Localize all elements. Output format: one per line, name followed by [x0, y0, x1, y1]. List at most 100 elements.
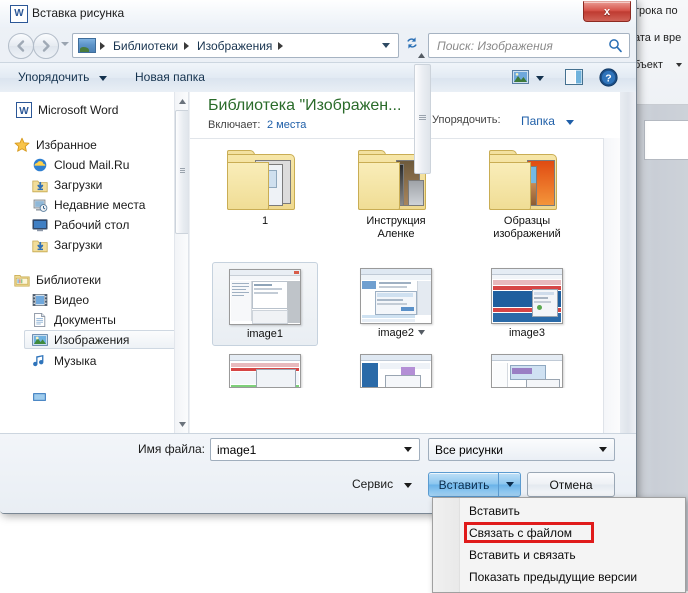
ribbon-item-object[interactable]: бъект — [634, 59, 663, 71]
filename-value: image1 — [217, 442, 257, 457]
file-grid-item[interactable] — [474, 348, 580, 388]
arrange-value-button[interactable]: Папка — [521, 114, 555, 128]
desktop-icon — [32, 217, 48, 233]
file-grid-item[interactable] — [343, 348, 449, 388]
file-grid-item[interactable]: Образцы изображений — [474, 144, 580, 256]
image-thumbnail — [229, 269, 301, 325]
cloud-icon — [32, 157, 48, 173]
sidebar-item-downloads[interactable]: Загрузки — [32, 175, 182, 194]
insert-dropdown-button[interactable] — [498, 472, 521, 497]
breadcrumb-pictures[interactable]: Изображения — [195, 39, 274, 53]
word-icon-letter: W — [14, 8, 24, 19]
includes-label: Включает: — [208, 119, 261, 131]
preview-pane-icon — [565, 69, 583, 88]
star-icon — [14, 137, 30, 153]
service-button[interactable]: Сервис — [352, 477, 393, 491]
file-grid-scrollbar[interactable] — [603, 138, 620, 433]
back-button[interactable] — [8, 33, 34, 59]
view-mode-button[interactable] — [512, 70, 529, 87]
sidebar-item-music[interactable]: Музыка — [32, 351, 182, 370]
sidebar-item-label: Cloud Mail.Ru — [54, 157, 130, 172]
sidebar-item-microsoft-word[interactable]: W Microsoft Word — [16, 100, 188, 119]
sidebar-item-desktop[interactable]: Рабочий стол — [32, 215, 182, 234]
caret-up-icon — [417, 48, 426, 62]
file-grid-item[interactable]: image1 — [212, 262, 318, 346]
sidebar-item-video[interactable]: Видео — [32, 290, 182, 309]
search-input[interactable]: Поиск: Изображения — [428, 33, 630, 58]
chevron-right-icon — [100, 41, 105, 50]
preview-pane-button[interactable] — [565, 69, 583, 88]
chevron-down-icon — [505, 482, 514, 487]
file-grid-item-label: image1 — [246, 328, 284, 340]
sidebar-item-recent-places[interactable]: Недавние места — [32, 195, 182, 214]
file-grid-item[interactable]: image2 — [343, 262, 449, 346]
menu-item-show-previous-versions[interactable]: Показать предыдущие версии — [460, 566, 683, 588]
sidebar-item-cloud-mail[interactable]: Cloud Mail.Ru — [32, 155, 182, 174]
address-bar[interactable]: Библиотеки Изображения — [72, 33, 399, 58]
sidebar-item-downloads-2[interactable]: Загрузки — [32, 235, 182, 254]
menu-item-insert[interactable]: Вставить — [460, 500, 683, 522]
sidebar-item-pictures[interactable]: Изображения — [24, 330, 182, 349]
file-grid-item-label: image3 — [508, 327, 546, 339]
ribbon-item-header-line[interactable]: трока по — [634, 5, 678, 17]
file-grid-scroll-thumb[interactable] — [414, 64, 431, 174]
navpane-scroll-down-button[interactable] — [176, 417, 188, 431]
image-thumbnail — [360, 268, 432, 324]
close-button[interactable]: x — [583, 1, 631, 22]
caret-up-icon — [178, 94, 187, 108]
view-mode-icon — [512, 70, 529, 87]
history-dropdown-icon[interactable] — [61, 42, 69, 46]
file-grid-item-label: Инструкция Аленке — [366, 215, 426, 240]
svg-text:?: ? — [605, 73, 611, 85]
organize-button[interactable]: Упорядочить — [18, 70, 89, 84]
breadcrumb-libraries[interactable]: Библиотеки — [111, 39, 180, 53]
help-icon: ? — [599, 68, 618, 90]
file-grid-item[interactable]: 1 — [212, 144, 318, 256]
chevron-down-icon[interactable] — [404, 483, 412, 488]
ribbon-item-date-time[interactable]: ата и вре — [634, 32, 681, 44]
chevron-down-icon[interactable] — [536, 76, 544, 81]
menu-item-insert-and-link[interactable]: Вставить и связать — [460, 544, 683, 566]
scroll-grip-icon — [180, 168, 185, 173]
page-title: Библиотека "Изображен... — [208, 97, 402, 114]
sidebar-item-favorites[interactable]: Избранное — [14, 135, 186, 154]
sidebar-item-documents[interactable]: Документы — [32, 310, 182, 329]
caret-down-icon — [178, 417, 187, 431]
forward-button[interactable] — [33, 33, 59, 59]
insert-dropdown-menu: Вставить Связать с файлом Вставить и свя… — [432, 497, 686, 593]
chevron-down-icon[interactable] — [99, 76, 107, 81]
includes-places-link[interactable]: 2 места — [267, 119, 306, 131]
file-grid-item[interactable]: image3 — [474, 262, 580, 346]
navpane-scroll-up-button[interactable] — [176, 94, 188, 108]
filetype-select[interactable]: Все рисунки — [428, 438, 615, 461]
music-library-icon — [32, 353, 48, 369]
arrange-label: Упорядочить: — [432, 114, 501, 126]
filetype-value: Все рисунки — [435, 442, 503, 457]
menu-item-link-to-file[interactable]: Связать с файлом — [460, 522, 683, 544]
filename-input[interactable]: image1 — [210, 438, 420, 461]
library-header: Библиотека "Изображен... Включает: 2 мес… — [190, 92, 620, 139]
svg-text:W: W — [19, 106, 29, 117]
filename-label: Имя файла: — [138, 442, 205, 456]
chevron-down-icon[interactable] — [599, 447, 607, 452]
folder-icon — [489, 148, 565, 212]
chevron-down-icon[interactable] — [566, 120, 574, 125]
sidebar-item-libraries[interactable]: Библиотеки — [14, 270, 186, 289]
word-icon: W — [10, 5, 28, 23]
cancel-button[interactable]: Отмена — [527, 472, 615, 497]
image-thumbnail — [491, 268, 563, 324]
file-grid-item[interactable]: Инструкция Аленке — [343, 144, 449, 256]
new-folder-button[interactable]: Новая папка — [135, 70, 205, 84]
file-grid-scroll-down-button[interactable] — [414, 324, 429, 340]
chevron-right-icon — [278, 41, 284, 50]
file-grid-item[interactable] — [212, 348, 318, 388]
file-grid: 1 Инструкция Аленке Образцы изображений … — [190, 138, 603, 433]
chevron-down-icon[interactable] — [382, 43, 390, 48]
sidebar-item-partial[interactable] — [32, 388, 182, 407]
chevron-down-icon[interactable] — [404, 447, 412, 452]
word-document-page — [644, 120, 688, 160]
menu-gutter — [433, 498, 460, 592]
insert-button[interactable]: Вставить — [428, 472, 500, 497]
file-grid-scroll-up-button[interactable] — [414, 47, 429, 63]
help-button[interactable]: ? — [599, 68, 618, 90]
